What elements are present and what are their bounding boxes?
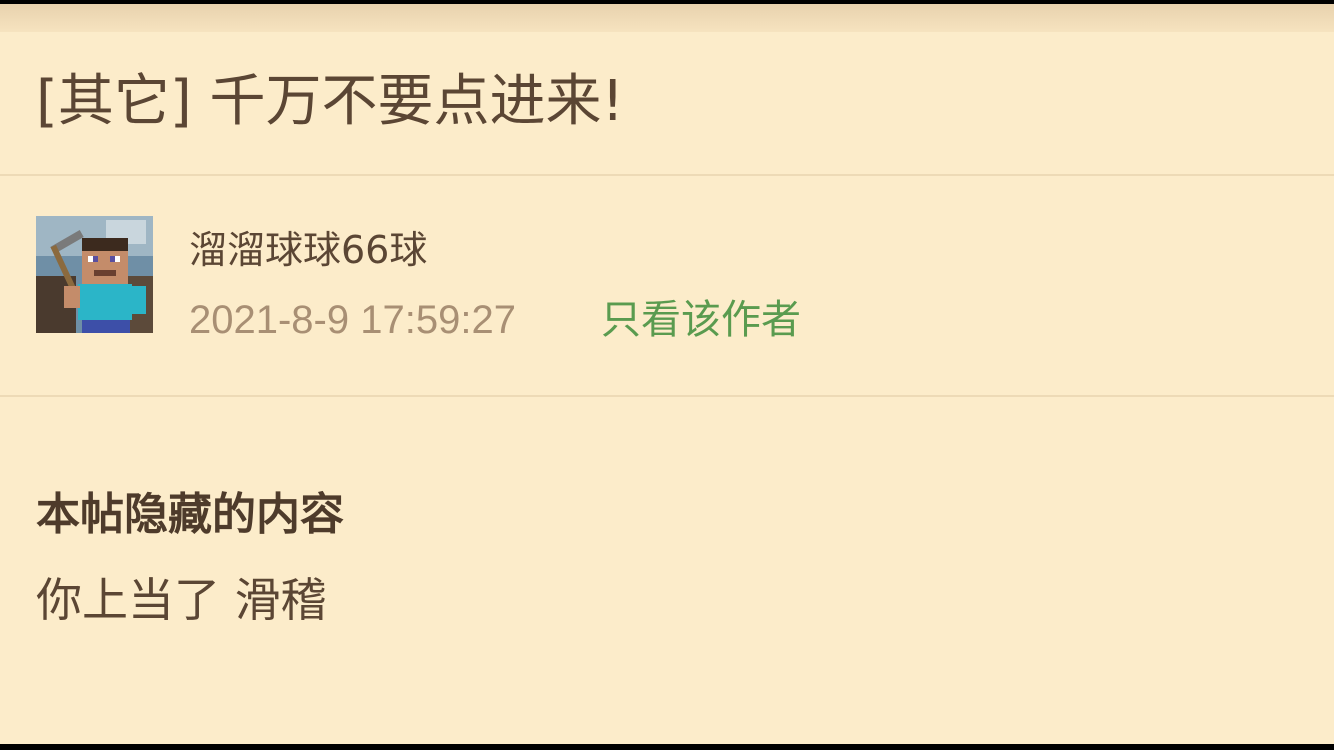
- author-only-link[interactable]: 只看该作者: [601, 296, 801, 344]
- post-timestamp: 2021-8-9 17:59:27: [189, 298, 516, 342]
- divider: [0, 174, 1334, 176]
- minecraft-steve-avatar-icon: [36, 216, 153, 333]
- post-page: [其它] 千万不要点进来! 溜溜球球66球 2021-8-9 17:59:27 …: [0, 4, 1334, 744]
- divider: [0, 395, 1334, 397]
- hidden-content-text: 你上当了 滑稽: [36, 573, 327, 627]
- hidden-content-heading: 本帖隐藏的内容: [36, 489, 344, 540]
- post-title: [其它] 千万不要点进来!: [36, 69, 624, 134]
- top-bar: [0, 4, 1334, 32]
- author-username[interactable]: 溜溜球球66球: [189, 226, 427, 274]
- avatar[interactable]: [36, 216, 153, 333]
- screen: [其它] 千万不要点进来! 溜溜球球66球 2021-8-9 17:59:27 …: [0, 0, 1334, 750]
